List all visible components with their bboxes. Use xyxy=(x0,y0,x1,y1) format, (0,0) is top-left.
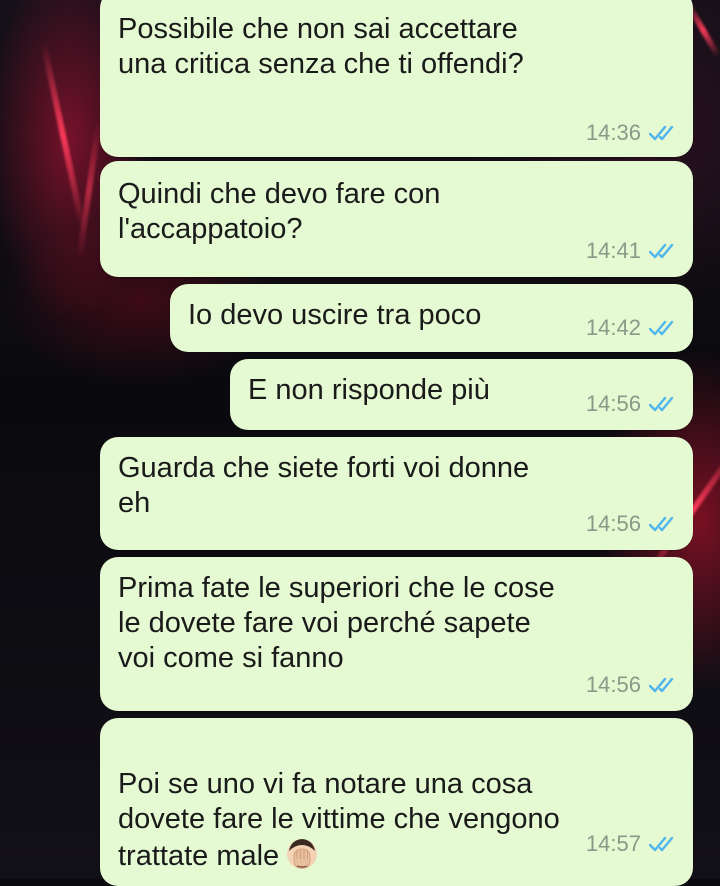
double-check-icon xyxy=(649,396,674,412)
message-text-wrapper: Poi se uno vi fa notare una cosa dovete … xyxy=(118,732,560,874)
double-check-icon xyxy=(649,320,674,336)
wallpaper-streak xyxy=(40,41,86,229)
message-time: 14:36 xyxy=(585,120,641,145)
message-meta: 14:41 xyxy=(586,239,679,263)
message-bubble-outgoing[interactable]: Quindi che devo fare con l'accappatoio? … xyxy=(100,161,693,277)
message-time: 14:56 xyxy=(585,391,641,416)
message-meta: 14:36 xyxy=(586,121,679,145)
message-time: 14:42 xyxy=(585,315,641,340)
message-bubble-outgoing[interactable]: Guarda che siete forti voi donne eh 14:5… xyxy=(100,437,693,550)
message-text: Quindi che devo fare con l'accappatoio? xyxy=(118,178,441,245)
message-meta: 14:56 xyxy=(586,392,679,416)
message-text: Guarda che siete forti voi donne eh xyxy=(118,452,530,519)
message-meta: 14:56 xyxy=(586,673,679,697)
double-check-icon xyxy=(649,677,674,693)
message-time: 14:41 xyxy=(585,238,641,263)
message-text: Io devo uscire tra poco xyxy=(188,299,482,331)
message-text: Prima fate le superiori che le cose le d… xyxy=(118,572,555,674)
message-bubble-outgoing[interactable]: Io devo uscire tra poco 14:42 xyxy=(170,284,693,352)
message-time: 14:56 xyxy=(585,672,641,697)
face-palm-emoji xyxy=(287,839,318,869)
double-check-icon xyxy=(649,243,674,259)
double-check-icon xyxy=(649,836,674,852)
message-bubble-outgoing[interactable]: Poi se uno vi fa notare una cosa dovete … xyxy=(100,718,693,886)
message-meta: 14:42 xyxy=(586,316,679,340)
message-time: 14:56 xyxy=(585,511,641,536)
message-meta: 14:57 xyxy=(586,832,679,856)
message-text: E non risponde più xyxy=(248,374,490,406)
message-meta: 14:56 xyxy=(586,512,679,536)
wallpaper-streak xyxy=(76,120,102,260)
message-bubble-outgoing[interactable]: Prima fate le superiori che le cose le d… xyxy=(100,557,693,711)
message-bubble-outgoing[interactable]: Possibile che non sai accettare una crit… xyxy=(100,0,693,157)
message-bubble-outgoing[interactable]: E non risponde più 14:56 xyxy=(230,359,693,430)
double-check-icon xyxy=(649,516,674,532)
message-text: Poi se uno vi fa notare una cosa dovete … xyxy=(118,768,560,872)
double-check-icon xyxy=(649,125,674,141)
message-text: Possibile che non sai accettare una crit… xyxy=(118,13,524,80)
message-time: 14:57 xyxy=(585,831,641,856)
